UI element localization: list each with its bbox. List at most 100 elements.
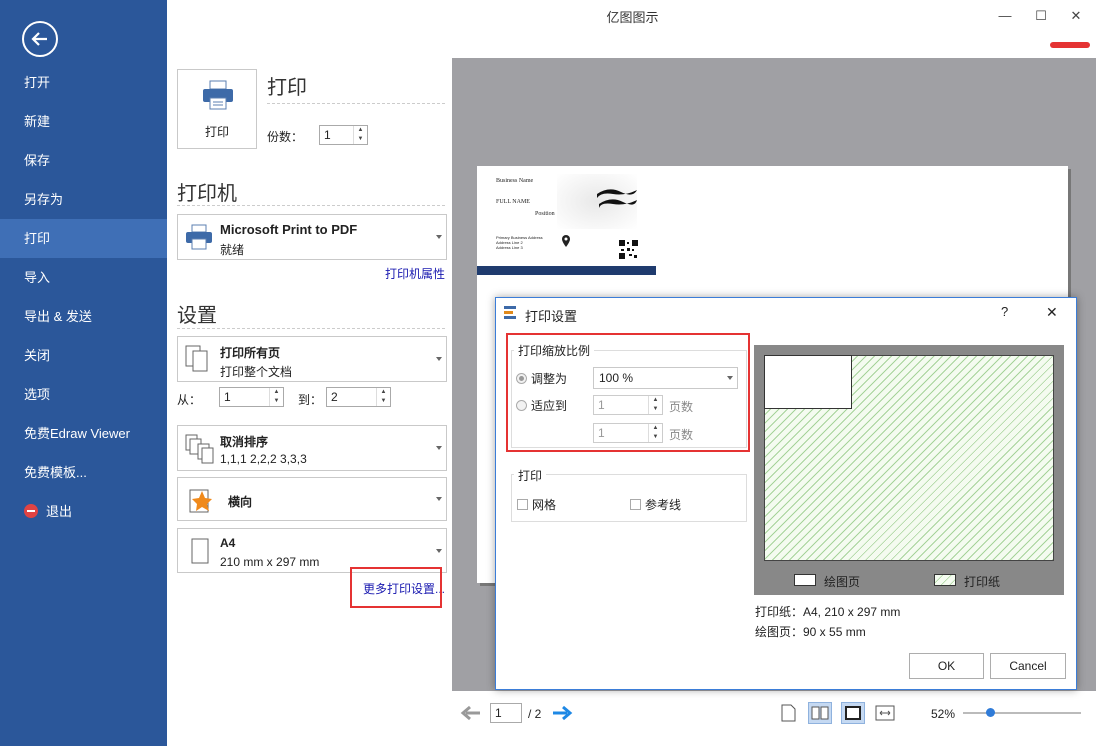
zoom-level: 52% [931, 707, 956, 721]
printer-heading: 打印机 [177, 183, 237, 205]
stepper-arrows-icon[interactable]: ▲ ▼ [376, 388, 390, 406]
grid-checkbox[interactable]: 网格 [517, 496, 556, 513]
drawing-page-area [764, 355, 852, 409]
dialog-app-icon [504, 306, 516, 319]
divider [267, 103, 445, 104]
location-pin-icon [562, 235, 570, 247]
exit-icon [24, 504, 38, 518]
settings-heading: 设置 [177, 305, 217, 327]
single-page-view-button[interactable] [776, 702, 800, 724]
divider [177, 328, 445, 329]
page-total: / 2 [528, 707, 542, 721]
zoom-slider-thumb[interactable] [986, 708, 995, 717]
dialog-close-button[interactable]: ✕ [1046, 304, 1058, 321]
arrow-left-icon [31, 32, 47, 46]
card-full-name: FULL NAME [496, 199, 530, 205]
highlight-box [350, 567, 442, 608]
from-stepper[interactable]: 1 ▲ ▼ [219, 387, 284, 407]
close-button[interactable]: ✕ [1061, 4, 1091, 28]
chevron-down-icon [436, 357, 442, 361]
sidebar-item-new[interactable]: 新建 [0, 102, 167, 141]
drawing-info: 绘图页：90 x 55 mm [755, 625, 866, 639]
page-range-title: 打印所有页 [220, 346, 281, 360]
copies-stepper[interactable]: 1 ▲ ▼ [319, 125, 368, 145]
print-button[interactable]: 打印 [177, 69, 257, 149]
back-button[interactable] [22, 21, 58, 57]
to-stepper[interactable]: 2 ▲ ▼ [326, 387, 391, 407]
paper-size-subtitle: 210 mm x 297 mm [220, 555, 320, 569]
ok-button[interactable]: OK [909, 653, 984, 679]
fit-page-icon [845, 706, 861, 720]
page-icon [191, 538, 209, 564]
sidebar-item-save[interactable]: 保存 [0, 141, 167, 180]
orientation-select[interactable]: 横向 [177, 477, 447, 521]
print-settings-dialog: 打印设置 ? ✕ 打印缩放比例 调整为 100 % 适应到 1 ▲ ▼ 页数 1 ▲ ▼… [495, 297, 1077, 690]
paper-size-title: A4 [220, 536, 236, 550]
two-page-view-button[interactable] [808, 702, 832, 724]
legend-drawing-label: 绘图页 [824, 575, 861, 589]
sidebar-item-options[interactable]: 选项 [0, 375, 167, 414]
legend-paper-swatch [934, 574, 956, 586]
zoom-slider-track[interactable] [963, 712, 1081, 714]
stepper-arrows-icon[interactable]: ▲ ▼ [353, 126, 367, 144]
card-address: Primary Business Address Address Line 2 Ad… [496, 235, 543, 250]
user-account-icon[interactable] [1050, 42, 1090, 48]
sidebar-item-templates[interactable]: 免费模板... [0, 453, 167, 492]
from-label: 从： [177, 393, 202, 407]
stepper-arrows-icon[interactable]: ▲ ▼ [269, 388, 283, 406]
collate-icon [185, 434, 214, 464]
legend-drawing-swatch [794, 574, 816, 586]
window-title: 亿图图示 [606, 10, 659, 25]
help-button[interactable]: ? [1001, 304, 1008, 319]
to-label: 到： [298, 393, 323, 407]
fit-width-icon [875, 705, 895, 721]
page-number-input[interactable]: 1 [490, 703, 522, 723]
collate-subtitle: 1,1,1 2,2,2 3,3,3 [220, 452, 307, 466]
cancel-button[interactable]: Cancel [990, 653, 1066, 679]
guides-checkbox[interactable]: 参考线 [630, 496, 681, 513]
printer-name: Microsoft Print to PDF [220, 222, 358, 237]
legend-paper-label: 打印纸 [964, 575, 1001, 589]
copies-label: 份数： [267, 130, 304, 144]
printer-icon [186, 224, 212, 250]
orientation-label: 横向 [228, 495, 253, 509]
sidebar-item-import[interactable]: 导入 [0, 258, 167, 297]
fit-page-button[interactable] [841, 702, 865, 724]
sidebar-item-open[interactable]: 打开 [0, 63, 167, 102]
printer-icon [203, 80, 233, 110]
sidebar-item-viewer[interactable]: 免费Edraw Viewer [0, 414, 167, 453]
single-page-icon [781, 704, 796, 722]
pages-icon [185, 345, 208, 372]
card-business-name: Business Name [496, 178, 534, 184]
dialog-title: 打印设置 [525, 309, 578, 324]
layout-preview: 绘图页 打印纸 [754, 345, 1064, 595]
sidebar-item-exit[interactable]: 退出 [0, 492, 167, 531]
minimize-button[interactable]: — [990, 4, 1020, 28]
sidebar-item-close[interactable]: 关闭 [0, 336, 167, 375]
collate-select[interactable]: 取消排序 1,1,1 2,2,2 3,3,3 [177, 425, 447, 471]
printer-select[interactable]: Microsoft Print to PDF 就绪 [177, 214, 447, 260]
chevron-down-icon [436, 497, 442, 501]
card-footer-bar [477, 266, 656, 275]
next-page-icon[interactable] [551, 705, 573, 721]
previous-page-icon[interactable] [460, 705, 482, 721]
page-range-select[interactable]: 打印所有页 打印整个文档 [177, 336, 447, 382]
divider [177, 205, 445, 206]
collate-title: 取消排序 [220, 435, 269, 449]
fit-width-button[interactable] [873, 702, 897, 724]
print-button-label: 打印 [204, 125, 229, 139]
printer-status: 就绪 [220, 243, 245, 257]
maximize-button[interactable]: ☐ [1026, 4, 1056, 28]
printer-properties-link[interactable]: 打印机属性 [385, 265, 445, 282]
qr-code-icon [619, 240, 638, 259]
sidebar-item-print[interactable]: 打印 [0, 219, 167, 258]
sidebar-item-export[interactable]: 导出 & 发送 [0, 297, 167, 336]
print-heading: 打印 [267, 77, 307, 99]
two-page-icon [811, 706, 829, 720]
sidebar: 打开 新建 保存 另存为 打印 导入 导出 & 发送 关闭 选项 免费Edraw… [0, 0, 167, 746]
print-options-title: 打印 [514, 467, 547, 484]
paper-info: 打印纸：A4, 210 x 297 mm [755, 605, 901, 619]
logo-waves-icon [597, 189, 637, 208]
chevron-down-icon [436, 446, 442, 450]
sidebar-item-save-as[interactable]: 另存为 [0, 180, 167, 219]
